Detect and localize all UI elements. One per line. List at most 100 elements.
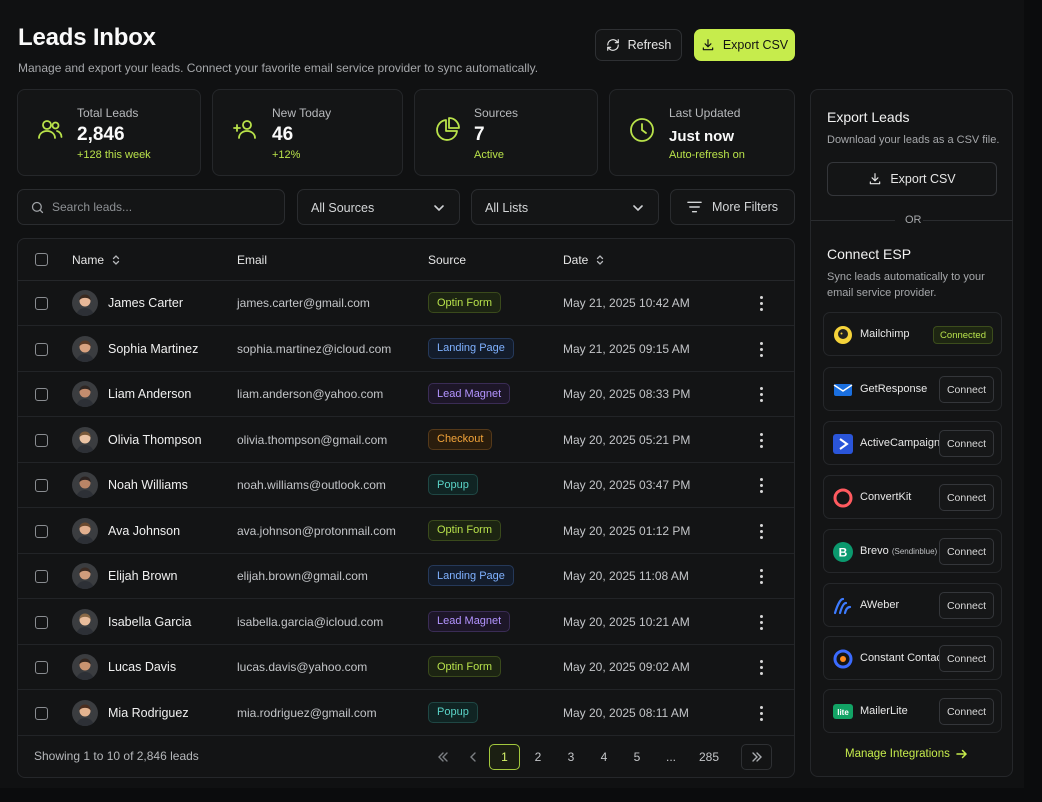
connect-button[interactable]: Connect <box>939 645 994 672</box>
download-icon <box>702 39 714 51</box>
lead-email: james.carter@gmail.com <box>237 296 370 310</box>
row-checkbox[interactable] <box>35 706 48 720</box>
page-button-5[interactable]: 5 <box>624 744 650 770</box>
lead-email: mia.rodriguez@gmail.com <box>237 705 377 720</box>
source-badge: Optin Form <box>428 519 502 541</box>
arrow-right-icon <box>956 749 967 759</box>
table-row[interactable]: James Carter james.carter@gmail.com Optin … <box>18 281 794 327</box>
chevrons-left-icon <box>438 752 448 762</box>
more-actions-icon[interactable] <box>755 385 767 403</box>
export-csv-button[interactable]: Export CSV <box>694 29 795 61</box>
esp-name: ActiveCampaign <box>860 437 940 449</box>
source-badge: Checkout <box>428 428 493 450</box>
esp-name-label: Brevo <box>860 545 889 557</box>
lead-date: May 20, 2025 11:08 AM <box>563 569 689 583</box>
chevron-down-icon <box>633 205 643 212</box>
more-actions-icon[interactable] <box>755 294 767 312</box>
esp-name-label: ConvertKit <box>860 491 912 503</box>
table-row[interactable]: Liam Anderson liam.anderson@yahoo.com Lead… <box>18 372 794 418</box>
stat-sub: +128 this week <box>77 149 151 161</box>
first-page-button[interactable] <box>430 744 456 770</box>
stat-sub: +12% <box>272 149 301 161</box>
table-row[interactable]: Lucas Davis lucas.davis@yahoo.com Optin Fo… <box>18 645 794 691</box>
connect-button[interactable]: Connect <box>939 430 994 457</box>
page-button-2[interactable]: 2 <box>525 744 551 770</box>
row-checkbox[interactable] <box>35 661 48 674</box>
more-actions-icon[interactable] <box>755 567 767 585</box>
sidebar-export-csv-button[interactable]: Export CSV <box>827 162 997 196</box>
row-checkbox[interactable] <box>35 342 48 356</box>
search-input[interactable] <box>52 190 272 224</box>
row-checkbox[interactable] <box>35 433 48 447</box>
page-button-1[interactable]: 1 <box>489 744 520 770</box>
column-header-date[interactable]: Date <box>563 253 604 267</box>
avatar <box>72 608 98 635</box>
row-checkbox[interactable] <box>35 570 48 583</box>
table-header: Name Email Source Date <box>18 239 794 281</box>
table-row[interactable]: Mia Rodriguez mia.rodriguez@gmail.com Popu… <box>18 691 794 736</box>
more-actions-icon[interactable] <box>755 613 767 631</box>
row-checkbox[interactable] <box>35 388 48 401</box>
source-badge: Optin Form <box>428 292 502 313</box>
page-button-3[interactable]: 3 <box>558 744 584 770</box>
more-actions-icon[interactable] <box>755 431 767 449</box>
connect-button[interactable]: Connect <box>939 376 994 403</box>
column-header-date-label: Date <box>563 253 589 267</box>
connect-button[interactable]: Connect <box>939 592 994 619</box>
more-actions-icon[interactable] <box>755 522 767 540</box>
avatar <box>72 699 98 726</box>
source-badge: Lead Magnet <box>428 610 511 632</box>
page-button-4[interactable]: 4 <box>591 744 617 770</box>
lead-name: Elijah Brown <box>108 569 178 583</box>
lists-select[interactable]: All Lists <box>471 189 659 225</box>
last-page-button[interactable] <box>741 744 772 770</box>
source-badge: Lead Magnet <box>428 383 511 404</box>
connect-button[interactable]: Connect <box>939 698 994 725</box>
source-badge: Popup <box>428 474 478 495</box>
stat-card-new-today: New Today 46 +12% <box>212 89 403 176</box>
clock-icon <box>630 118 654 142</box>
avatar <box>72 381 98 407</box>
connect-button[interactable]: Connect <box>939 484 994 511</box>
select-all-checkbox[interactable] <box>35 253 48 266</box>
table-row[interactable]: Elijah Brown elijah.brown@gmail.com Landin… <box>18 554 794 600</box>
connect-button[interactable]: Connect <box>939 538 994 565</box>
esp-name: AWeber <box>860 599 899 611</box>
esp-name-label: AWeber <box>860 599 900 611</box>
lead-name: James Carter <box>108 296 184 310</box>
esp-name-label: Mailchimp <box>860 328 910 340</box>
table-row[interactable]: Isabella Garcia isabella.garcia@icloud.co… <box>18 600 794 645</box>
row-checkbox[interactable] <box>35 297 48 310</box>
page-button-285[interactable]: 285 <box>696 744 722 770</box>
stat-value: Just now <box>669 128 735 145</box>
esp-logo-icon: B <box>833 542 853 562</box>
esp-name: MailerLite <box>860 705 908 717</box>
more-actions-icon[interactable] <box>755 340 767 358</box>
column-header-name[interactable]: Name <box>72 253 120 267</box>
row-checkbox[interactable] <box>35 479 48 492</box>
stat-card-last-updated: Last Updated Just now Auto-refresh on <box>609 89 795 176</box>
more-actions-icon[interactable] <box>755 658 767 676</box>
connect-esp-title: Connect ESP <box>827 246 912 262</box>
table-row[interactable]: Noah Williams noah.williams@outlook.com Po… <box>18 463 794 509</box>
divider <box>923 220 1013 221</box>
more-actions-icon[interactable] <box>755 476 767 494</box>
prev-page-button[interactable] <box>460 744 486 770</box>
refresh-button[interactable]: Refresh <box>595 29 682 61</box>
manage-integrations-link[interactable]: Manage Integrations <box>845 748 968 760</box>
chevron-left-icon <box>470 752 476 762</box>
lead-date: May 21, 2025 09:15 AM <box>563 341 690 356</box>
table-row[interactable]: Sophia Martinez sophia.martinez@icloud.co… <box>18 327 794 372</box>
row-checkbox[interactable] <box>35 615 48 629</box>
sources-select[interactable]: All Sources <box>297 189 460 225</box>
leads-inbox-app: Leads Inbox Manage and export your leads… <box>0 0 1024 788</box>
lead-email: sophia.martinez@icloud.com <box>237 341 392 356</box>
table-row[interactable]: Ava Johnson ava.johnson@protonmail.com Opt… <box>18 509 794 554</box>
lead-date: May 20, 2025 09:02 AM <box>563 660 690 674</box>
page-title: Leads Inbox <box>18 24 156 51</box>
more-actions-icon[interactable] <box>755 704 767 722</box>
table-row[interactable]: Olivia Thompson olivia.thompson@gmail.com… <box>18 418 794 463</box>
chevron-down-icon <box>434 205 444 212</box>
row-checkbox[interactable] <box>35 524 48 538</box>
more-filters-button[interactable]: More Filters <box>670 189 795 225</box>
